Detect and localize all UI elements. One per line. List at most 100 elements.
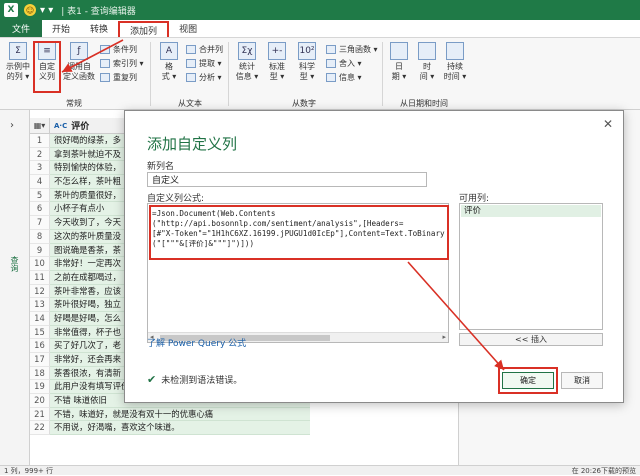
duration-button[interactable]: 持续 时间 ▾ xyxy=(442,42,468,82)
information-icon xyxy=(326,73,336,82)
merge-columns-icon xyxy=(186,45,196,54)
excel-logo-icon: X xyxy=(4,3,18,17)
date-button[interactable]: 日 期 ▾ xyxy=(388,42,410,82)
row-number: 21 xyxy=(30,407,50,422)
dialog-title: 添加自定义列 xyxy=(147,135,238,153)
group-label-datetime: 从日期和时间 xyxy=(400,99,448,108)
column-from-examples-button[interactable]: Σ 示例中 的列 ▾ xyxy=(3,42,33,82)
duration-icon xyxy=(446,42,464,60)
format-button[interactable]: A 格 式 ▾ xyxy=(158,42,180,82)
available-columns-list: 评价 xyxy=(459,203,603,330)
tab-add-column[interactable]: 添加列 xyxy=(118,21,170,37)
queries-pane: › 查询 xyxy=(0,110,30,465)
close-icon[interactable]: ✕ xyxy=(603,117,613,131)
statistics-icon: Σχ xyxy=(238,42,256,60)
queries-label[interactable]: 查询 xyxy=(9,256,20,272)
scroll-right-icon[interactable]: ▸ xyxy=(442,333,446,341)
row-number: 17 xyxy=(30,353,50,367)
row-number: 12 xyxy=(30,284,50,299)
conditional-column-icon xyxy=(100,45,110,54)
add-custom-column-dialog: 添加自定义列 ✕ 新列名 自定义列公式: =Json.Document(Web.… xyxy=(124,110,624,403)
invoke-custom-function-button[interactable]: ƒ 调用自 定义函数 xyxy=(62,42,96,82)
highlight-ok xyxy=(498,367,558,394)
calendar-icon xyxy=(390,42,408,60)
highlight-formula xyxy=(149,205,449,260)
time-button[interactable]: 时 间 ▾ xyxy=(416,42,438,82)
tab-file[interactable]: 文件 xyxy=(0,20,43,37)
trigonometry-icon xyxy=(326,45,336,54)
scientific-icon: 10² xyxy=(298,42,316,60)
tab-home[interactable]: 开始 xyxy=(42,20,80,37)
status-bar: 1 列，999+ 行 在 20:26下载的预览 xyxy=(0,465,640,475)
statistics-button[interactable]: Σχ 统计 信息 ▾ xyxy=(234,42,260,82)
function-icon: ƒ xyxy=(70,42,88,60)
text-type-icon[interactable]: A·C xyxy=(54,122,67,130)
duplicate-column-icon xyxy=(100,73,110,82)
standard-icon: +- xyxy=(268,42,286,60)
scientific-button[interactable]: 10² 科学 型 ▾ xyxy=(294,42,320,82)
row-number: 8 xyxy=(30,229,50,244)
quick-access-toolbar: ☺ ▾ ▾ xyxy=(24,4,53,16)
quick-access-dropdown[interactable]: ▾ ▾ xyxy=(40,5,53,16)
new-column-name-input[interactable] xyxy=(147,172,427,187)
tab-transform[interactable]: 转换 xyxy=(80,20,118,37)
rounding-icon xyxy=(326,59,336,68)
learn-power-query-link[interactable]: 了解 Power Query 公式 xyxy=(147,336,246,349)
row-number: 13 xyxy=(30,298,50,312)
row-number: 11 xyxy=(30,270,50,285)
duplicate-column-button[interactable]: 重复列 xyxy=(100,72,137,83)
clock-icon xyxy=(418,42,436,60)
group-label-text: 从文本 xyxy=(178,99,202,108)
format-icon: A xyxy=(160,42,178,60)
smiley-icon[interactable]: ☺ xyxy=(24,4,36,16)
row-number: 22 xyxy=(30,421,50,436)
row-number: 20 xyxy=(30,394,50,408)
new-column-name-label: 新列名 xyxy=(147,162,175,172)
index-column-button[interactable]: 索引列 ▾ xyxy=(100,58,144,69)
information-button[interactable]: 信息 ▾ xyxy=(326,72,362,83)
table-selector-icon[interactable]: ▦▾ xyxy=(30,118,50,133)
conditional-column-button[interactable]: 条件列 xyxy=(100,44,137,55)
row-number: 7 xyxy=(30,216,50,230)
cancel-button[interactable]: 取消 xyxy=(561,372,603,389)
row-count-status: 1 列，999+ 行 xyxy=(4,466,54,475)
ribbon: Σ 示例中 的列 ▾ ≡ 自定 义列 ƒ 调用自 定义函数 条件列 索引列 ▾ … xyxy=(0,38,640,110)
syntax-status: ✔ 未检测到语法错误。 xyxy=(147,373,243,386)
window-title: | 表1 - 查询编辑器 xyxy=(61,6,136,17)
expand-chevron-icon[interactable]: › xyxy=(10,120,14,131)
group-label-general: 常规 xyxy=(66,99,82,108)
checkmark-icon: ✔ xyxy=(147,373,157,386)
rounding-button[interactable]: 舍入 ▾ xyxy=(326,58,362,69)
standard-button[interactable]: +- 标准 型 ▾ xyxy=(264,42,290,82)
table-row[interactable]: 21 不错，味道好，就是没有双十一的优惠心痛 xyxy=(30,407,310,422)
group-label-number: 从数字 xyxy=(292,99,316,108)
extract-icon xyxy=(186,59,196,68)
row-number: 5 xyxy=(30,188,50,203)
row-number: 6 xyxy=(30,202,50,217)
merge-columns-button[interactable]: 合并列 xyxy=(186,44,223,55)
table-example-icon: Σ xyxy=(9,42,27,60)
row-number: 1 xyxy=(30,134,50,148)
row-number: 18 xyxy=(30,366,50,381)
title-bar: X ☺ ▾ ▾ | 表1 - 查询编辑器 xyxy=(0,0,640,20)
row-number: 9 xyxy=(30,243,50,258)
row-number: 14 xyxy=(30,311,50,326)
insert-button[interactable]: << 插入 xyxy=(459,333,603,346)
extract-button[interactable]: 提取 ▾ xyxy=(186,58,222,69)
row-number: 10 xyxy=(30,257,50,271)
analyze-button[interactable]: 分析 ▾ xyxy=(186,72,222,83)
index-column-icon xyxy=(100,59,110,68)
review-cell[interactable]: 不错，味道好，就是没有双十一的优惠心痛 xyxy=(50,407,310,422)
analyze-icon xyxy=(186,73,196,82)
row-number: 2 xyxy=(30,147,50,162)
preview-time-status: 在 20:26下载的预览 xyxy=(571,466,636,475)
trigonometry-button[interactable]: 三角函数 ▾ xyxy=(326,44,378,55)
highlight-custom-column xyxy=(33,41,61,93)
table-row[interactable]: 22 不用说，好渴嘴，喜欢这个味道。 xyxy=(30,421,310,436)
row-number: 4 xyxy=(30,175,50,189)
row-number: 3 xyxy=(30,161,50,176)
list-item[interactable]: 评价 xyxy=(461,205,601,217)
review-cell[interactable]: 不用说，好渴嘴，喜欢这个味道。 xyxy=(50,421,310,436)
tab-view[interactable]: 视图 xyxy=(169,20,207,37)
ribbon-tabs: 文件 开始 转换 添加列 视图 xyxy=(0,20,640,38)
